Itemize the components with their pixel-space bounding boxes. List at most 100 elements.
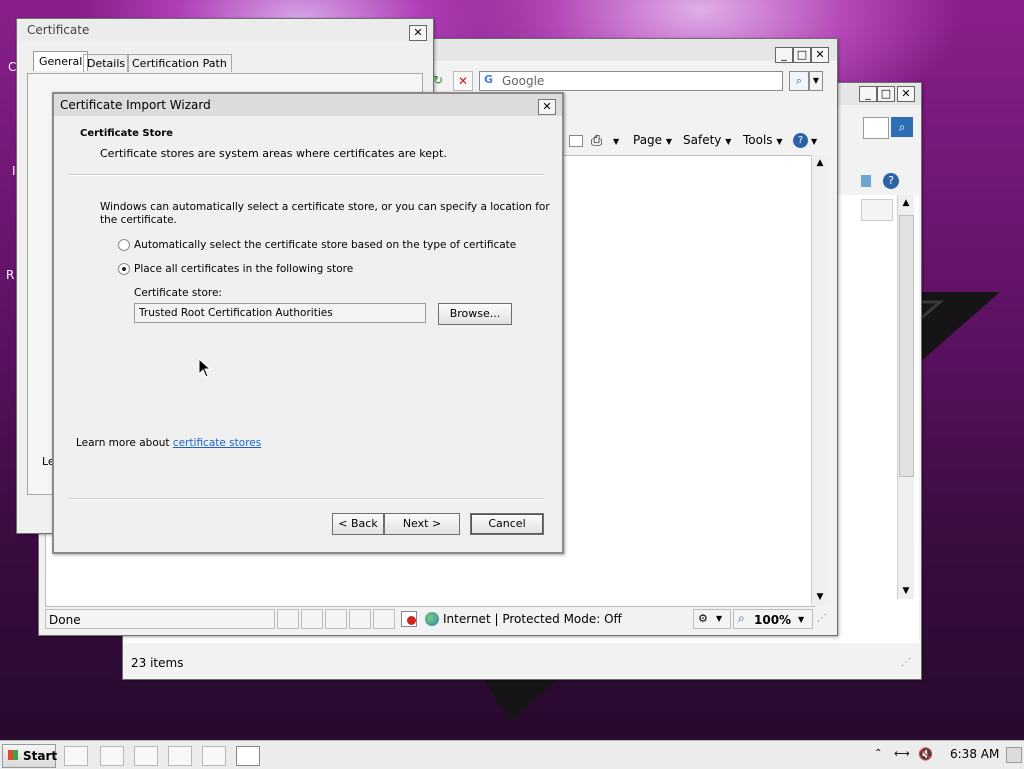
page-menu[interactable]: Page ▼ xyxy=(633,133,672,147)
close-button[interactable]: ✕ xyxy=(538,99,556,115)
auto-select-radio[interactable] xyxy=(118,239,130,251)
chevron-down-icon: ▼ xyxy=(776,137,783,146)
next-button[interactable]: Next > xyxy=(384,513,460,535)
close-button[interactable]: ✕ xyxy=(409,25,427,41)
tab-general[interactable]: General xyxy=(33,51,89,71)
certificate-title: Certificate xyxy=(27,23,90,37)
ie-taskbar-icon[interactable] xyxy=(64,746,88,766)
search-options-icon[interactable]: ▼ xyxy=(809,71,823,91)
tab-details[interactable]: Details xyxy=(83,54,130,72)
google-search-input[interactable]: G Google xyxy=(479,71,783,91)
search-taskbar-icon[interactable] xyxy=(134,746,158,766)
status-cell xyxy=(373,609,395,629)
chevron-down-icon[interactable]: ▼ xyxy=(798,615,804,624)
scroll-down-icon[interactable]: ▼ xyxy=(812,589,828,605)
tools-menu[interactable]: Tools ▼ xyxy=(743,133,783,147)
explorer-status-text: 23 items xyxy=(131,656,184,670)
status-done: Done xyxy=(49,613,81,627)
status-cell xyxy=(325,609,347,629)
status-done-cell: Done xyxy=(45,609,275,629)
volume-muted-icon[interactable]: 🔇 xyxy=(918,747,933,761)
stop-icon[interactable]: ✕ xyxy=(453,71,473,91)
column-header[interactable] xyxy=(861,199,893,221)
ie-scrollbar[interactable]: ▲ ▼ xyxy=(811,155,828,605)
header-separator xyxy=(68,174,544,176)
tools-menu-label: Tools xyxy=(743,133,773,147)
safety-menu-label: Safety xyxy=(683,133,722,147)
wizard-title: Certificate Import Wizard xyxy=(60,98,211,112)
maximize-button[interactable]: □ xyxy=(877,86,895,102)
search-icon[interactable]: ⌕ xyxy=(891,117,913,137)
import-wizard-dialog: Certificate Import Wizard ✕ Certificate … xyxy=(52,92,564,554)
close-button[interactable]: ✕ xyxy=(811,47,829,63)
zoom-level: 100% xyxy=(754,613,792,627)
browse-button[interactable]: Browse... xyxy=(438,303,512,325)
help-icon[interactable]: ? xyxy=(793,133,808,148)
start-label: Start xyxy=(23,749,58,763)
page-menu-label: Page xyxy=(633,133,663,147)
blocked-icon[interactable] xyxy=(401,611,417,627)
show-desktop-icon[interactable] xyxy=(1006,747,1022,763)
view-icon[interactable] xyxy=(861,175,871,187)
resize-grip-icon[interactable]: ⋰ xyxy=(817,613,827,624)
status-cell: ⚙ ▼ xyxy=(693,609,731,629)
scroll-down-icon[interactable]: ▼ xyxy=(898,583,914,599)
close-button[interactable]: ✕ xyxy=(897,86,915,102)
start-button[interactable]: Start xyxy=(2,744,58,768)
desktop-icon-label[interactable]: R xyxy=(6,268,14,282)
feeds-icon[interactable] xyxy=(569,135,583,147)
wizard-subheading: Certificate stores are system areas wher… xyxy=(100,147,447,160)
help-icon[interactable]: ? xyxy=(883,173,899,189)
print-icon[interactable]: ⎙ xyxy=(591,133,602,149)
app-taskbar-icon[interactable] xyxy=(168,746,192,766)
cancel-button[interactable]: Cancel xyxy=(470,513,544,535)
explorer-search-box[interactable] xyxy=(863,117,889,139)
refresh-icon[interactable]: ↻ xyxy=(433,73,443,87)
ie-statusbar: Done Internet | Protected Mode: Off ⚙ ▼ … xyxy=(45,609,831,629)
taskbar: Start ⌃ ⟷ 🔇 6:38 AM xyxy=(0,740,1024,769)
explorer-taskbar-icon[interactable] xyxy=(100,746,124,766)
chevron-down-icon[interactable]: ▼ xyxy=(716,614,722,623)
place-in-store-label[interactable]: Place all certificates in the following … xyxy=(134,263,353,275)
explorer-scrollbar[interactable]: ▲ ▼ xyxy=(897,195,914,599)
status-cell xyxy=(301,609,323,629)
zoom-control[interactable]: ⌕ 100% ▼ xyxy=(733,609,813,629)
scroll-up-icon[interactable]: ▲ xyxy=(812,155,828,171)
maximize-button[interactable]: □ xyxy=(793,47,811,63)
store-field[interactable]: Trusted Root Certification Authorities xyxy=(134,303,426,323)
minimize-button[interactable]: _ xyxy=(775,47,793,63)
chevron-up-icon[interactable]: ⌃ xyxy=(874,748,882,759)
desktop-icon-label[interactable]: I xyxy=(12,164,16,178)
print-dropdown-icon[interactable]: ▼ xyxy=(613,137,619,146)
tab-certification-path[interactable]: Certification Path xyxy=(127,54,232,72)
wizard-heading: Certificate Store xyxy=(80,128,173,139)
auto-select-label[interactable]: Automatically select the certificate sto… xyxy=(134,239,516,251)
status-cell xyxy=(277,609,299,629)
certificate-titlebar: Certificate xyxy=(17,19,433,41)
store-label: Certificate store: xyxy=(134,287,222,299)
help-dropdown-icon[interactable]: ▼ xyxy=(811,137,817,146)
wizard-description-1: Windows can automatically select a certi… xyxy=(100,201,550,213)
search-icon[interactable]: ⌕ xyxy=(789,71,809,91)
minimize-button[interactable]: _ xyxy=(859,86,877,102)
clock[interactable]: 6:38 AM xyxy=(950,747,999,761)
back-button[interactable]: < Back xyxy=(332,513,384,535)
resize-grip-icon[interactable]: ⋰ xyxy=(901,657,911,668)
chevron-down-icon: ▼ xyxy=(665,137,673,146)
protected-mode-icon[interactable]: ⚙ xyxy=(698,612,708,625)
zoom-icon: ⌕ xyxy=(738,611,745,625)
status-cell xyxy=(349,609,371,629)
certificate-stores-link[interactable]: certificate stores xyxy=(173,437,261,449)
windows-logo-icon xyxy=(8,750,18,760)
safety-menu[interactable]: Safety ▼ xyxy=(683,133,731,147)
document-taskbar-icon[interactable] xyxy=(236,746,260,766)
google-icon: G xyxy=(484,73,494,86)
wizard-titlebar: Certificate Import Wizard xyxy=(54,94,562,116)
network-tray-icon[interactable]: ⟷ xyxy=(894,747,910,760)
place-in-store-radio[interactable] xyxy=(118,263,130,275)
security-zone[interactable]: Internet | Protected Mode: Off xyxy=(443,612,622,626)
scroll-thumb[interactable] xyxy=(899,215,914,477)
network-taskbar-icon[interactable] xyxy=(202,746,226,766)
scroll-up-icon[interactable]: ▲ xyxy=(898,195,914,211)
learn-more-text: Learn more about certificate stores xyxy=(76,437,261,449)
